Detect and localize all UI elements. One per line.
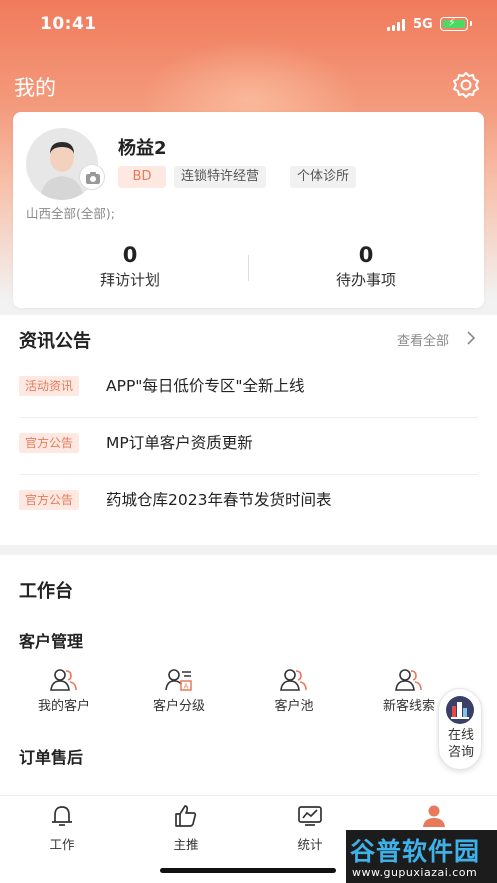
status-bar: 10:41 5G ⚡ [0, 0, 497, 52]
watermark: 谷普软件园 www.gupuxiazai.com [346, 830, 497, 883]
users-lead-icon [395, 669, 422, 691]
stat-divider [248, 255, 249, 281]
todo-label: 待办事项 [335, 271, 396, 289]
tab-statistics[interactable]: 统计 [275, 804, 345, 853]
battery-icon: ⚡ [440, 16, 472, 31]
todo-count: 0 [358, 243, 374, 267]
users-icon [50, 669, 77, 691]
person-icon [423, 805, 445, 827]
news-badge: 活动资讯 [19, 376, 80, 396]
users-pool-icon [280, 669, 307, 691]
status-time: 10:41 [40, 14, 97, 34]
building-icon [446, 696, 474, 724]
region-text: 山西全部(全部); [26, 206, 115, 221]
tab-work-label: 工作 [49, 837, 75, 852]
visit-plan-stat[interactable]: 0 拜访计划 [50, 243, 210, 290]
page-title: 我的 [14, 76, 56, 100]
role-tag: BD [118, 166, 166, 188]
customer-rank-button[interactable]: A 客户分级 [129, 668, 229, 714]
clinic-type-tag: 个体诊所 [290, 166, 357, 188]
customer-pool-button[interactable]: 客户池 [244, 668, 344, 714]
order-aftersale-title: 订单售后 [19, 748, 84, 767]
chevron-right-icon[interactable] [466, 330, 476, 346]
customer-pool-label: 客户池 [274, 699, 314, 714]
tab-recommend[interactable]: 主推 [151, 804, 221, 853]
settings-gear-icon[interactable] [451, 70, 481, 100]
customer-rank-label: 客户分级 [152, 699, 205, 714]
news-badge: 官方公告 [19, 490, 80, 510]
news-item[interactable]: 官方公告 药城仓库2023年春节发货时间表 [19, 475, 478, 532]
tab-recommend-label: 主推 [173, 837, 199, 852]
view-all-link[interactable]: 查看全部 [397, 330, 449, 349]
online-consult-label: 在线 咨询 [447, 728, 474, 760]
workbench-title: 工作台 [19, 581, 73, 602]
todo-stat[interactable]: 0 待办事项 [286, 243, 446, 290]
visit-plan-count: 0 [122, 243, 138, 267]
bell-icon [52, 806, 72, 826]
camera-icon[interactable] [79, 164, 105, 190]
business-type-tag: 连锁特许经营 [174, 166, 267, 188]
news-text: APP"每日低价专区"全新上线 [106, 377, 305, 395]
news-text: 药城仓库2023年春节发货时间表 [106, 491, 332, 509]
news-badge: 官方公告 [19, 433, 80, 453]
tab-statistics-label: 统计 [297, 837, 323, 852]
news-text: MP订单客户资质更新 [106, 434, 253, 452]
news-section: 资讯公告 查看全部 活动资讯 APP"每日低价专区"全新上线 官方公告 MP订单… [0, 315, 497, 545]
home-indicator [160, 868, 336, 873]
user-name: 杨益2 [118, 138, 167, 159]
my-customers-button[interactable]: 我的客户 [14, 668, 114, 714]
svg-text:A: A [184, 683, 189, 691]
watermark-url: www.gupuxiazai.com [352, 866, 478, 879]
network-type: 5G [413, 17, 433, 32]
user-rank-icon: A [165, 669, 192, 691]
online-consult-button[interactable]: 在线 咨询 [438, 688, 482, 770]
news-section-title: 资讯公告 [19, 331, 91, 352]
chart-icon [298, 806, 322, 826]
thumbs-up-icon [175, 805, 197, 827]
watermark-title: 谷普软件园 [350, 837, 481, 866]
signal-icon [387, 19, 407, 31]
tab-work[interactable]: 工作 [27, 804, 97, 853]
news-item[interactable]: 官方公告 MP订单客户资质更新 [19, 418, 478, 475]
customer-management-title: 客户管理 [19, 632, 84, 651]
my-customers-label: 我的客户 [37, 699, 90, 714]
news-item[interactable]: 活动资讯 APP"每日低价专区"全新上线 [19, 361, 478, 418]
profile-card: 杨益2 BD 连锁特许经营 个体诊所 山西全部(全部); 0 拜访计划 0 待办… [13, 112, 484, 308]
visit-plan-label: 拜访计划 [99, 271, 160, 289]
